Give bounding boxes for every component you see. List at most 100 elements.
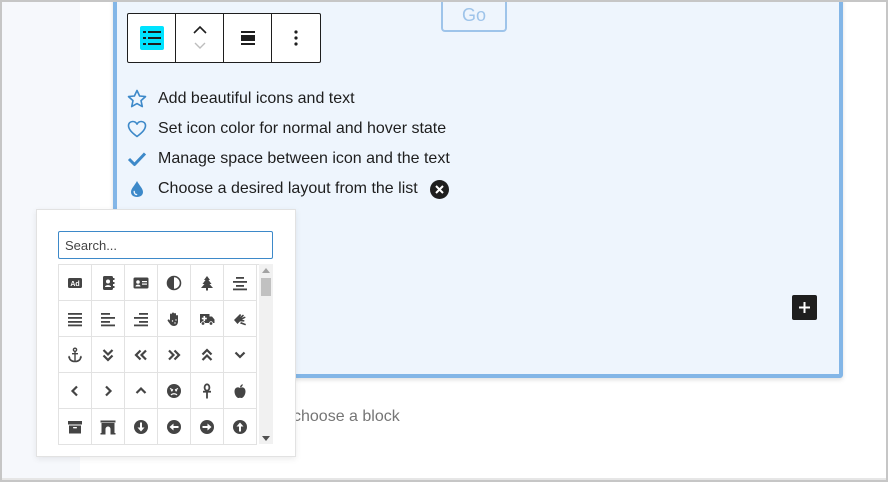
ad-icon: Ad [68, 277, 82, 288]
icon-option[interactable] [125, 265, 158, 301]
svg-text:Ad: Ad [70, 281, 79, 288]
icon-option[interactable] [191, 373, 224, 409]
angle-double-left-icon [134, 349, 147, 360]
angle-double-down-icon [102, 348, 114, 362]
tree-icon [201, 275, 213, 290]
icon-option[interactable] [92, 373, 125, 409]
list-item-text[interactable]: Choose a desired layout from the list [158, 180, 418, 198]
block-toolbar [127, 13, 321, 63]
icon-option[interactable] [125, 409, 158, 445]
angry-icon [167, 383, 181, 398]
icon-option[interactable] [125, 337, 158, 373]
editor-bottom-edge [2, 478, 886, 480]
icon-option[interactable] [92, 409, 125, 445]
toolbar-block-type-button[interactable] [128, 14, 176, 62]
angle-right-icon [105, 385, 113, 396]
icon-option[interactable] [59, 409, 92, 445]
icon-option[interactable] [191, 265, 224, 301]
icon-option[interactable] [59, 301, 92, 337]
archive-icon [68, 420, 82, 433]
american-sign-language-icon [234, 313, 246, 325]
editor-canvas: Go Add beautiful icons and text Set icon… [0, 0, 888, 482]
heart-outline-icon[interactable] [127, 119, 147, 139]
angle-left-icon [70, 385, 78, 396]
scroll-up-arrow[interactable] [259, 264, 273, 276]
list-item[interactable]: Choose a desired layout from the list [127, 174, 450, 204]
star-outline-icon[interactable] [127, 89, 147, 109]
icon-option[interactable] [224, 409, 257, 445]
list-item-text[interactable]: Add beautiful icons and text [158, 90, 355, 108]
remove-item-button[interactable] [429, 179, 449, 199]
block-appender-placeholder[interactable]: choose a block [293, 408, 400, 426]
plus-icon [799, 302, 810, 313]
align-center-icon [233, 276, 247, 290]
scroll-down-arrow[interactable] [259, 432, 273, 444]
ambulance-icon [200, 313, 215, 326]
chevron-up-down-icon [192, 25, 207, 49]
icon-option[interactable] [59, 337, 92, 373]
icon-option[interactable] [125, 301, 158, 337]
icon-option[interactable] [224, 301, 257, 337]
vertical-ellipsis-icon [294, 30, 298, 46]
icon-option[interactable] [191, 301, 224, 337]
close-icon [434, 184, 444, 194]
icon-option[interactable] [191, 409, 224, 445]
icon-grid: Ad [58, 264, 259, 445]
scrollbar-thumb[interactable] [261, 278, 271, 296]
toolbar-align-button[interactable] [224, 14, 272, 62]
icon-picker-popover: Ad [36, 209, 296, 457]
allergies-icon [167, 312, 178, 326]
check-icon[interactable] [127, 149, 147, 169]
address-card-icon [133, 277, 149, 288]
icon-search-input[interactable] [58, 231, 273, 259]
ankh-icon [203, 382, 211, 398]
go-button[interactable]: Go [441, 2, 507, 32]
icon-option[interactable] [59, 373, 92, 409]
angle-double-right-icon [168, 349, 181, 360]
angle-down-icon [234, 351, 246, 359]
arrow-circle-right-icon [200, 419, 214, 434]
icon-option[interactable]: Ad [59, 265, 92, 301]
icon-option[interactable] [92, 337, 125, 373]
icon-option[interactable] [224, 373, 257, 409]
icon-option[interactable] [224, 265, 257, 301]
icon-option[interactable] [158, 265, 191, 301]
arrow-circle-left-icon [167, 419, 181, 434]
list-item-text[interactable]: Set icon color for normal and hover stat… [158, 120, 446, 138]
icon-option[interactable] [125, 373, 158, 409]
align-justify-icon [68, 312, 82, 326]
list-item[interactable]: Add beautiful icons and text [127, 84, 450, 114]
list-item-text[interactable]: Manage space between icon and the text [158, 150, 450, 168]
go-button-label: Go [461, 5, 486, 25]
icon-grid-scrollbar[interactable] [259, 264, 273, 444]
icon-option[interactable] [92, 265, 125, 301]
scroll-down-icon [262, 435, 270, 441]
icon-option[interactable] [158, 301, 191, 337]
align-icon [240, 31, 255, 45]
icon-list: Add beautiful icons and text Set icon co… [127, 84, 450, 204]
align-left-icon [101, 312, 115, 326]
anchor-icon [68, 346, 82, 362]
add-block-button[interactable] [792, 295, 817, 320]
list-icon [139, 26, 164, 50]
icon-option[interactable] [191, 337, 224, 373]
list-item[interactable]: Manage space between icon and the text [127, 144, 450, 174]
scroll-up-icon [262, 267, 270, 273]
list-item[interactable]: Set icon color for normal and hover stat… [127, 114, 450, 144]
icon-option[interactable] [158, 409, 191, 445]
toolbar-move-button[interactable] [176, 14, 224, 62]
icon-option[interactable] [158, 373, 191, 409]
arrow-circle-down-icon [134, 419, 148, 434]
address-book-icon [103, 275, 115, 290]
archway-icon [100, 420, 116, 434]
toolbar-more-options-button[interactable] [272, 14, 320, 62]
angle-up-icon [135, 386, 147, 394]
icon-option[interactable] [158, 337, 191, 373]
droplet-icon[interactable] [127, 179, 147, 199]
adjust-icon [166, 275, 182, 290]
icon-option[interactable] [92, 301, 125, 337]
arrow-circle-up-icon [233, 419, 247, 434]
align-right-icon [134, 312, 148, 326]
icon-option[interactable] [224, 337, 257, 373]
apple-icon [234, 383, 246, 398]
